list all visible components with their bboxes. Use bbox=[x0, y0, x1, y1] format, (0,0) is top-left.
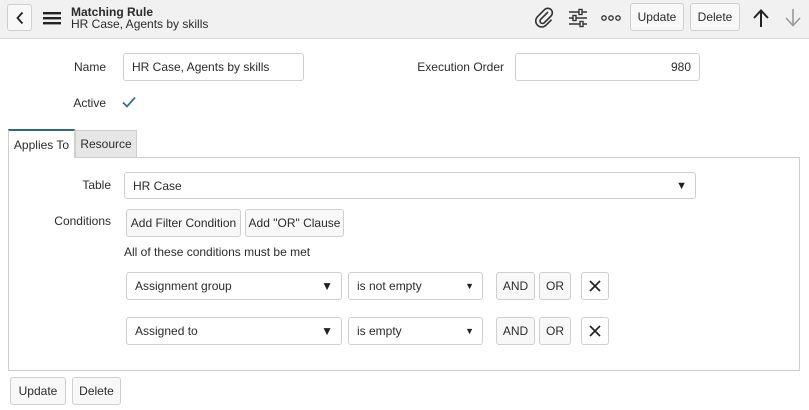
table-label: Table bbox=[82, 178, 111, 192]
conditions-hint: All of these conditions must be met bbox=[124, 245, 311, 259]
condition-operator-value: is not empty bbox=[357, 279, 422, 293]
name-label: Name bbox=[73, 60, 106, 74]
tab-applies-to[interactable]: Applies To bbox=[8, 129, 75, 158]
record-name-subtitle: HR Case, Agents by skills bbox=[71, 17, 209, 31]
caret-down-icon: ▼ bbox=[465, 281, 474, 291]
condition-field-value: Assigned to bbox=[135, 324, 198, 338]
condition-field-value: Assignment group bbox=[135, 279, 232, 293]
condition-and-button[interactable]: AND bbox=[496, 317, 535, 345]
condition-field-select[interactable]: Assigned to ▼ bbox=[126, 317, 342, 345]
arrow-down-icon[interactable] bbox=[782, 6, 804, 30]
active-checkbox[interactable] bbox=[120, 93, 138, 111]
paperclip-icon[interactable] bbox=[534, 6, 556, 30]
caret-down-icon: ▼ bbox=[676, 179, 687, 192]
condition-operator-value: is empty bbox=[357, 324, 402, 338]
footer-delete-button[interactable]: Delete bbox=[72, 377, 121, 405]
execution-order-input[interactable] bbox=[515, 53, 700, 81]
name-input[interactable] bbox=[123, 53, 304, 81]
tab-resource[interactable]: Resource bbox=[75, 130, 137, 157]
form-header: Matching Rule HR Case, Agents by skills … bbox=[0, 0, 809, 39]
condition-delete-button[interactable] bbox=[581, 272, 609, 300]
condition-and-button[interactable]: AND bbox=[496, 272, 535, 300]
chevron-left-icon bbox=[15, 11, 23, 24]
more-options-icon[interactable] bbox=[600, 10, 622, 26]
caret-down-icon: ▼ bbox=[321, 279, 333, 293]
close-icon bbox=[589, 280, 601, 292]
condition-or-button[interactable]: OR bbox=[539, 317, 571, 345]
add-or-clause-button[interactable]: Add "OR" Clause bbox=[245, 209, 344, 237]
condition-operator-select[interactable]: is empty ▼ bbox=[348, 317, 483, 345]
table-select-value: HR Case bbox=[133, 178, 182, 193]
execution-order-label: Execution Order bbox=[417, 60, 504, 74]
conditions-label: Conditions bbox=[54, 214, 111, 228]
condition-field-select[interactable]: Assignment group ▼ bbox=[126, 272, 342, 300]
header-update-button[interactable]: Update bbox=[630, 3, 684, 31]
table-select[interactable]: HR Case ▼ bbox=[124, 172, 696, 199]
checkmark-icon bbox=[122, 96, 136, 108]
personalize-form-icon[interactable] bbox=[566, 7, 590, 29]
active-label: Active bbox=[73, 96, 106, 110]
arrow-up-icon[interactable] bbox=[750, 6, 772, 30]
header-delete-button[interactable]: Delete bbox=[690, 3, 740, 31]
close-icon bbox=[589, 325, 601, 337]
condition-operator-select[interactable]: is not empty ▼ bbox=[348, 272, 483, 300]
add-filter-condition-button[interactable]: Add Filter Condition bbox=[126, 209, 241, 237]
condition-delete-button[interactable] bbox=[581, 317, 609, 345]
condition-or-button[interactable]: OR bbox=[539, 272, 571, 300]
footer-update-button[interactable]: Update bbox=[10, 377, 66, 405]
hamburger-menu-icon[interactable] bbox=[42, 9, 62, 27]
back-button[interactable] bbox=[7, 4, 32, 31]
caret-down-icon: ▼ bbox=[465, 326, 474, 336]
caret-down-icon: ▼ bbox=[321, 324, 333, 338]
